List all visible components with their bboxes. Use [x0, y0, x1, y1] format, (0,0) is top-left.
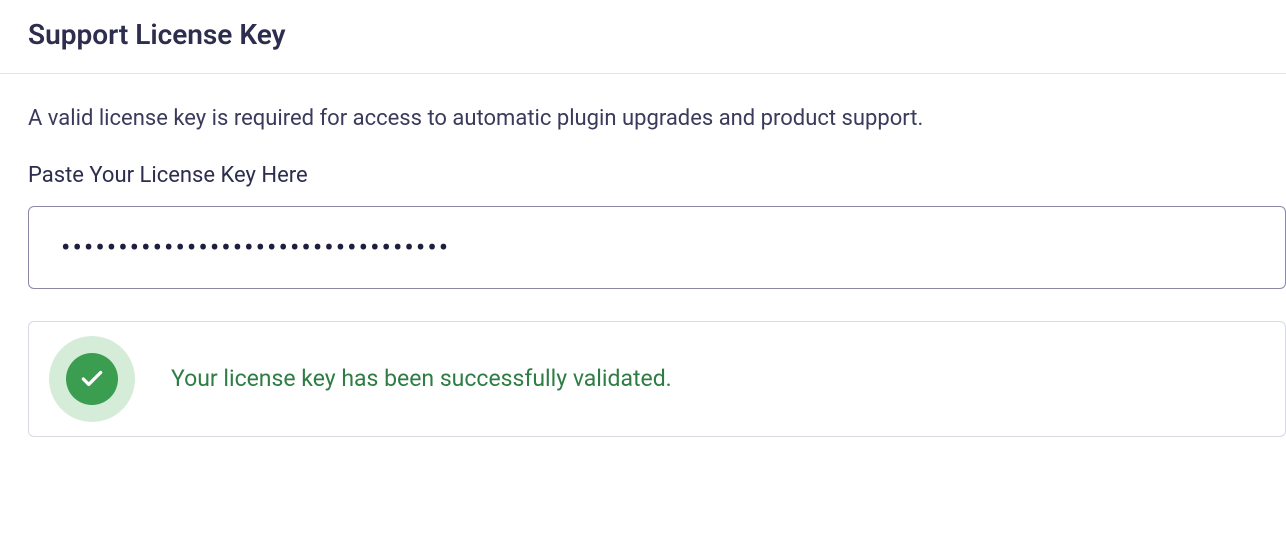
status-icon-wrapper [49, 336, 135, 422]
status-message: Your license key has been successfully v… [171, 365, 672, 392]
content: A valid license key is required for acce… [0, 74, 1286, 467]
status-box: Your license key has been successfully v… [28, 321, 1286, 437]
license-description: A valid license key is required for acce… [28, 104, 1286, 135]
license-field-label: Paste Your License Key Here [28, 163, 1286, 188]
license-key-input[interactable] [28, 206, 1286, 289]
page-title: Support License Key [28, 18, 1258, 51]
header: Support License Key [0, 0, 1286, 74]
check-icon [66, 353, 118, 405]
